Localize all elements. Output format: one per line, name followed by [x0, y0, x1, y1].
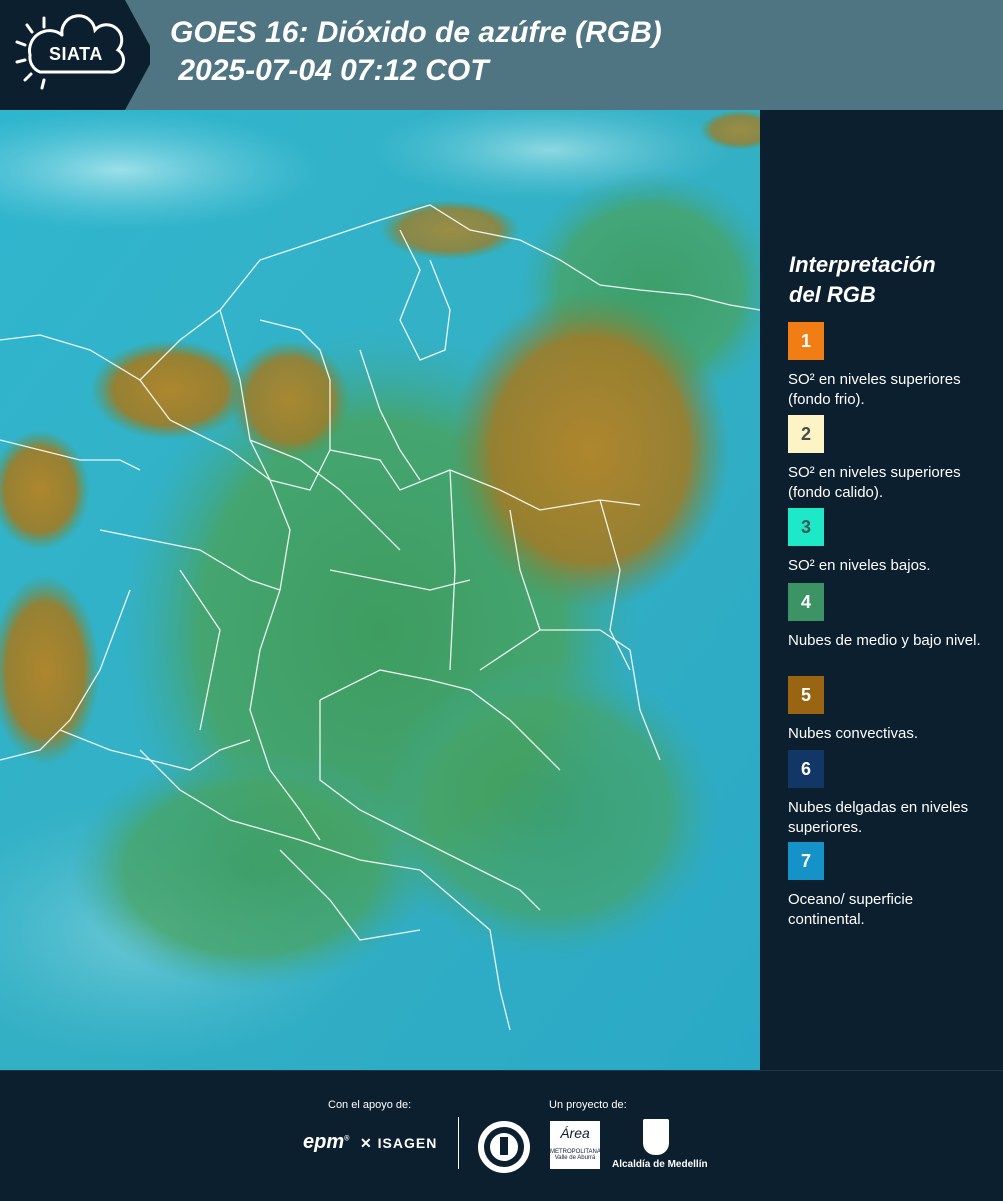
area-metropolitana-logo: Área METROPOLITANA Valle de Aburrá — [550, 1121, 601, 1169]
legend-title-line-1: Interpretación — [789, 252, 936, 277]
alcaldia-label: Alcaldía de Medellín — [612, 1159, 708, 1170]
legend-item-5: 5 Nubes convectivas. — [788, 676, 988, 744]
legend-label-5: Nubes convectivas. — [788, 725, 919, 742]
legend-item-1: 1 SO² en niveles superiores (fondo frio)… — [788, 322, 988, 410]
legend-title-line-2: del RGB — [789, 282, 876, 307]
legend-swatch-7: 7 — [788, 842, 824, 880]
siata-logo-text: SIATA — [49, 44, 103, 64]
title-line-2: 2025-07-04 07:12 COT — [170, 54, 489, 87]
satellite-map — [0, 110, 760, 1070]
legend-item-7: 7 Oceano/ superficie continental. — [788, 842, 988, 930]
legend-label-3: SO² en niveles bajos. — [788, 557, 931, 574]
siata-logo: SIATA — [0, 0, 150, 110]
alcaldia-shield-icon — [643, 1119, 669, 1155]
isagen-logo-text: ISAGEN — [377, 1135, 438, 1151]
area-logo-line-2: Valle de Aburrá — [554, 1155, 596, 1161]
area-logo-script: Área — [560, 1125, 590, 1141]
legend-label-7: Oceano/ superficie continental. — [788, 891, 914, 928]
legend-swatch-1: 1 — [788, 322, 824, 360]
title-line-1: GOES 16: Dióxido de azúfre (RGB) — [170, 16, 662, 49]
isagen-logo: ✕ ISAGEN — [360, 1135, 437, 1152]
legend-label-1: SO² en niveles superiores (fondo frio). — [788, 371, 961, 408]
support-label: Con el apoyo de: — [328, 1099, 412, 1111]
epm-logo: epm® — [303, 1131, 350, 1153]
legend-label-2: SO² en niveles superiores (fondo calido)… — [788, 464, 961, 501]
legend-item-2: 2 SO² en niveles superiores (fondo calid… — [788, 415, 988, 503]
footer: Con el apoyo de: Un proyecto de: epm® ✕ … — [0, 1070, 1003, 1201]
legend-label-4: Nubes de medio y bajo nivel. — [788, 632, 981, 649]
legend-item-4: 4 Nubes de medio y bajo nivel. — [788, 583, 988, 651]
project-label: Un proyecto de: — [549, 1099, 627, 1111]
epm-logo-text: epm — [303, 1131, 345, 1153]
legend-item-3: 3 SO² en niveles bajos. — [788, 508, 988, 576]
legend-title: Interpretación del RGB — [789, 250, 936, 310]
header-bar: SIATA GOES 16: Dióxido de azúfre (RGB) 2… — [0, 0, 1003, 110]
legend-swatch-3: 3 — [788, 508, 824, 546]
legend-swatch-6: 6 — [788, 750, 824, 788]
legend-label-6: Nubes delgadas en niveles superiores. — [788, 799, 969, 836]
satellite-image — [0, 110, 760, 1070]
legend-swatch-2: 2 — [788, 415, 824, 453]
isagen-mark-icon: ✕ — [360, 1135, 373, 1151]
legend-swatch-4: 4 — [788, 583, 824, 621]
legend-item-6: 6 Nubes delgadas en niveles superiores. — [788, 750, 988, 838]
legend-panel: Interpretación del RGB 1 SO² en niveles … — [760, 110, 1003, 1070]
legend-swatch-5: 5 — [788, 676, 824, 714]
page-title: GOES 16: Dióxido de azúfre (RGB) 2025-07… — [170, 14, 662, 90]
medellin-seal-icon — [478, 1121, 530, 1173]
footer-divider — [458, 1117, 459, 1169]
